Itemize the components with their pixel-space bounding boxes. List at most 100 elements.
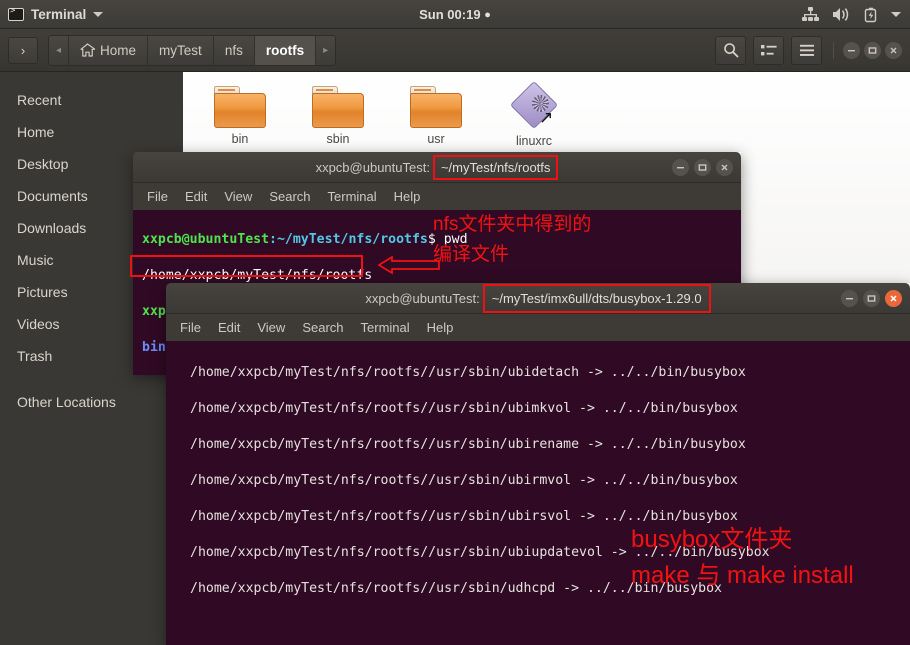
minimize-icon — [848, 49, 855, 51]
maximize-icon — [867, 294, 876, 302]
terminal-line: /home/xxpcb/myTest/nfs/rootfs//usr/sbin/… — [190, 401, 738, 416]
terminal-line: /home/xxpcb/myTest/nfs/rootfs//usr/sbin/… — [190, 581, 722, 596]
menu-help[interactable]: Help — [427, 320, 454, 335]
file-item-linuxrc[interactable]: ↗ linuxrc — [497, 80, 571, 148]
sidebar-item-recent[interactable]: Recent — [0, 84, 183, 116]
search-icon — [723, 43, 738, 58]
file-grid: bin sbin usr ↗ linuxrc — [183, 72, 910, 148]
terminal-front-title: xxpcb@ubuntuTest: ~/myTest/imx6ull/dts/bu… — [166, 283, 910, 313]
hamburger-menu-icon — [799, 44, 814, 56]
file-label-linuxrc: linuxrc — [515, 134, 553, 148]
menu-view[interactable]: View — [257, 320, 285, 335]
terminal-back-titlebar[interactable]: xxpcb@ubuntuTest: ~/myTest/nfs/rootfs — [133, 152, 741, 183]
breadcrumb-scroll-right[interactable]: ▸ — [316, 36, 335, 65]
menu-terminal[interactable]: Terminal — [361, 320, 410, 335]
terminal-back-maximize-button[interactable] — [694, 158, 711, 176]
menu-file[interactable]: File — [180, 320, 201, 335]
forward-button[interactable]: › — [8, 36, 38, 64]
terminal-front-title-user: xxpcb@ubuntuTest: — [365, 290, 480, 306]
view-toggle-button[interactable] — [753, 35, 784, 65]
breadcrumb-label-rootfs: rootfs — [265, 42, 305, 58]
nav-buttons: › — [8, 36, 38, 64]
network-icon[interactable] — [802, 7, 819, 22]
system-tray — [802, 7, 901, 23]
menu-terminal[interactable]: Terminal — [328, 189, 377, 204]
pwd-output: /home/xxpcb/myTest/nfs/rootfs — [142, 268, 373, 283]
menu-button[interactable] — [791, 35, 822, 65]
terminal-front-menubar: File Edit View Search Terminal Help — [166, 314, 910, 341]
menu-search[interactable]: Search — [269, 189, 310, 204]
terminal-back-menubar: File Edit View Search Terminal Help — [133, 183, 741, 210]
menu-search[interactable]: Search — [302, 320, 343, 335]
breadcrumb-label-nfs: nfs — [224, 42, 243, 58]
close-icon — [890, 47, 897, 53]
breadcrumb: ◂ Home myTest nfs rootfs ▸ — [48, 34, 337, 66]
prompt-path: :~/myTest/nfs/rootfs — [269, 232, 428, 247]
file-item-usr[interactable]: usr — [399, 86, 473, 148]
terminal-front-close-button[interactable] — [885, 289, 902, 307]
terminal-front-titlebar[interactable]: xxpcb@ubuntuTest: ~/myTest/imx6ull/dts/bu… — [166, 283, 910, 314]
file-manager-header: › ◂ Home myTest nfs rootfs ▸ — [0, 29, 910, 72]
clock-label: Sun 00:19 — [419, 7, 481, 22]
folder-icon — [214, 86, 266, 128]
volume-icon[interactable] — [832, 7, 851, 22]
top-panel: Terminal Sun 00:19 ● — [0, 0, 910, 29]
close-button[interactable] — [885, 41, 902, 59]
app-menu-button[interactable]: Terminal — [8, 6, 104, 22]
window-controls — [833, 41, 902, 59]
app-menu-label: Terminal — [31, 7, 87, 22]
terminal-back-title-path: ~/myTest/nfs/rootfs — [432, 154, 559, 180]
breadcrumb-item-mytest[interactable]: myTest — [148, 35, 214, 65]
terminal-back-close-button[interactable] — [716, 158, 733, 176]
folder-icon — [410, 86, 462, 128]
sidebar-item-other-locations[interactable]: Other Locations — [0, 386, 183, 418]
menu-edit[interactable]: Edit — [218, 320, 240, 335]
terminal-line: /home/xxpcb/myTest/nfs/rootfs//usr/sbin/… — [190, 473, 738, 488]
ls-entry-bin: bin — [142, 340, 166, 355]
system-menu-icon[interactable] — [891, 12, 901, 17]
terminal-line: /home/xxpcb/myTest/nfs/rootfs//usr/sbin/… — [190, 509, 738, 524]
breadcrumb-item-home[interactable]: Home — [69, 35, 149, 65]
terminal-icon — [8, 6, 24, 21]
terminal-front-minimize-button[interactable] — [841, 289, 858, 307]
close-icon — [890, 294, 897, 302]
terminal-front-maximize-button[interactable] — [863, 289, 880, 307]
file-item-bin[interactable]: bin — [203, 86, 277, 148]
terminal-line: /home/xxpcb/myTest/nfs/rootfs//usr/sbin/… — [190, 545, 770, 560]
maximize-icon — [698, 163, 707, 171]
close-icon — [721, 164, 728, 170]
search-button[interactable] — [715, 35, 746, 65]
breadcrumb-item-nfs[interactable]: nfs — [214, 35, 255, 65]
folder-icon — [312, 86, 364, 128]
file-label-usr: usr — [427, 132, 445, 146]
prompt-command: $ pwd — [427, 232, 468, 247]
list-view-icon — [760, 44, 777, 55]
breadcrumb-item-rootfs[interactable]: rootfs — [254, 35, 317, 65]
terminal-window-busybox[interactable]: xxpcb@ubuntuTest: ~/myTest/imx6ull/dts/bu… — [166, 283, 910, 645]
prompt-user: xxpcb@ubuntuTest — [142, 232, 270, 247]
minimize-icon — [846, 297, 853, 299]
clock[interactable]: Sun 00:19 ● — [0, 7, 910, 22]
maximize-icon — [868, 46, 877, 54]
file-manager-toolbar — [715, 35, 902, 65]
menu-edit[interactable]: Edit — [185, 189, 207, 204]
terminal-back-minimize-button[interactable] — [672, 158, 689, 176]
chevron-down-icon — [93, 12, 104, 17]
menu-view[interactable]: View — [224, 189, 252, 204]
terminal-front-window-controls — [841, 289, 902, 307]
menu-help[interactable]: Help — [394, 189, 421, 204]
breadcrumb-scroll-left[interactable]: ◂ — [49, 35, 70, 65]
terminal-line: /home/xxpcb/myTest/nfs/rootfs//usr/sbin/… — [190, 437, 746, 452]
maximize-button[interactable] — [864, 41, 881, 59]
terminal-line: xxpcb@ubuntuTest:~/myTest/nfs/rootfs$ pw… — [142, 231, 741, 249]
menu-file[interactable]: File — [147, 189, 168, 204]
breadcrumb-label-home: Home — [100, 42, 137, 58]
sidebar-item-home[interactable]: Home — [0, 116, 183, 148]
terminal-front-content[interactable]: /home/xxpcb/myTest/nfs/rootfs//usr/sbin/… — [166, 341, 910, 645]
terminal-back-title-user: xxpcb@ubuntuTest: — [315, 159, 430, 175]
breadcrumb-label-mytest: myTest — [159, 42, 202, 58]
battery-icon[interactable] — [864, 7, 878, 23]
file-item-sbin[interactable]: sbin — [301, 86, 375, 148]
minimize-button[interactable] — [843, 41, 860, 59]
